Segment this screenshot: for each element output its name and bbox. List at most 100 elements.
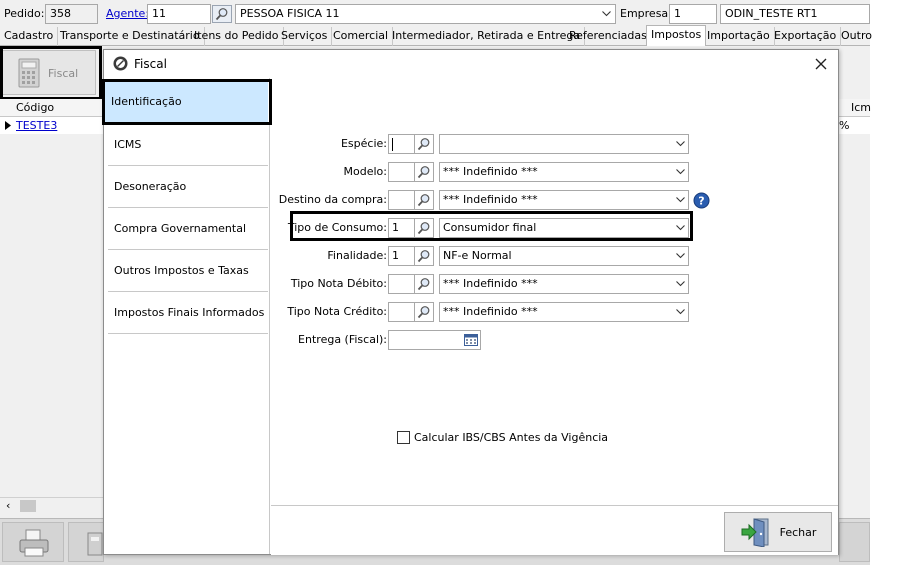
grid-col-codigo: Código: [16, 101, 55, 114]
especie-label: Espécie:: [340, 137, 387, 150]
agente-link[interactable]: Agente:: [106, 7, 149, 21]
chevron-down-icon: [676, 247, 685, 265]
identificacao-highlight-box: [102, 79, 272, 125]
nota-debito-search-button[interactable]: [414, 274, 434, 294]
especie-search-button[interactable]: [414, 134, 434, 154]
text-caret: [392, 138, 393, 151]
finalidade-value: NF-e Normal: [443, 249, 512, 262]
tab-servicos[interactable]: Serviços: [277, 27, 333, 46]
destino-value: *** Indefinido ***: [443, 193, 538, 206]
magnifier-icon: [215, 8, 228, 21]
modelo-code-input[interactable]: [388, 162, 415, 182]
entrega-label: Entrega (Fiscal):: [298, 333, 387, 346]
modelo-value: *** Indefinido ***: [443, 165, 538, 178]
close-button[interactable]: [812, 55, 830, 73]
fechar-label: Fechar: [779, 525, 817, 539]
magnifier-icon: [417, 250, 430, 263]
destino-search-button[interactable]: [414, 190, 434, 210]
app-logo-icon: [113, 56, 128, 71]
grid-cell-pct: %: [839, 119, 850, 132]
magnifier-icon: [417, 278, 430, 291]
nota-credito-search-button[interactable]: [414, 302, 434, 322]
tab-outros[interactable]: Outro: [837, 27, 876, 46]
nota-debito-combo[interactable]: *** Indefinido ***: [439, 274, 689, 294]
horizontal-scrollbar[interactable]: ‹: [0, 497, 104, 514]
destino-code-input[interactable]: [388, 190, 415, 210]
magnifier-icon: [417, 194, 430, 207]
bottom-right-button[interactable]: [839, 522, 870, 562]
tab-impostos[interactable]: Impostos: [646, 25, 707, 46]
empresa-label: Empresa:: [620, 7, 672, 20]
tab-intermediador[interactable]: Intermediador, Retirada e Entrega: [388, 27, 586, 46]
scroll-thumb[interactable]: [20, 500, 36, 512]
chevron-down-icon: [676, 135, 685, 153]
modelo-combo[interactable]: *** Indefinido ***: [439, 162, 689, 182]
nav-compra-governamental[interactable]: Compra Governamental: [108, 208, 268, 250]
destino-label: Destino da compra:: [278, 193, 387, 206]
print-button[interactable]: [2, 522, 64, 562]
chevron-down-icon: [676, 275, 685, 293]
scroll-left-icon[interactable]: ‹: [6, 499, 10, 512]
chevron-down-icon: [599, 5, 613, 23]
finalidade-label: Finalidade:: [327, 249, 387, 262]
dialog-titlebar: Fiscal: [104, 50, 838, 78]
nota-debito-code-input[interactable]: [388, 274, 415, 294]
agente-search-button[interactable]: [212, 5, 232, 23]
destino-combo[interactable]: *** Indefinido ***: [439, 190, 689, 210]
agente-name-combo[interactable]: PESSOA FISICA 11: [235, 4, 616, 24]
nota-credito-code-input[interactable]: [388, 302, 415, 322]
chevron-down-icon: [676, 163, 685, 181]
exit-door-icon: [741, 518, 769, 547]
chevron-down-icon: [676, 191, 685, 209]
tab-cadastro[interactable]: Cadastro: [0, 27, 59, 46]
nota-credito-value: *** Indefinido ***: [443, 305, 538, 318]
calc-button[interactable]: [68, 522, 104, 562]
tab-importacao[interactable]: Importação: [703, 27, 775, 46]
grid-row-right: %: [839, 117, 870, 134]
tab-referenciadas[interactable]: Referenciadas: [565, 27, 652, 46]
help-icon: ?: [693, 192, 710, 209]
empresa-name-field[interactable]: ODIN_TESTE RT1: [720, 4, 870, 24]
fiscal-highlight-box: [0, 46, 102, 100]
grid-header-right: Icm: [839, 99, 872, 117]
empresa-code-field[interactable]: 1: [669, 4, 717, 24]
dialog-footer: Fechar: [271, 505, 838, 555]
finalidade-combo[interactable]: NF-e Normal: [439, 246, 689, 266]
nota-debito-label: Tipo Nota Débito:: [290, 277, 387, 290]
chevron-down-icon: [676, 303, 685, 321]
grid-header: Código: [0, 99, 104, 117]
calcular-ibs-label: Calcular IBS/CBS Antes da Vigência: [414, 431, 609, 444]
especie-code-input[interactable]: [388, 134, 415, 154]
table-row[interactable]: TESTE3: [0, 117, 104, 134]
calcular-ibs-checkbox[interactable]: [397, 431, 410, 444]
tab-comercial[interactable]: Comercial: [329, 27, 394, 46]
tab-exportacao[interactable]: Exportação: [770, 27, 842, 46]
agente-code-field[interactable]: 11: [147, 4, 211, 24]
finalidade-search-button[interactable]: [414, 246, 434, 266]
help-button[interactable]: ?: [693, 192, 710, 209]
pedido-field[interactable]: 358: [45, 4, 98, 24]
magnifier-icon: [417, 138, 430, 151]
nav-outros-impostos[interactable]: Outros Impostos e Taxas: [108, 250, 268, 292]
register-icon: [87, 532, 103, 556]
identificacao-panel: Espécie: Modelo: *** Indefinido *** Dest…: [271, 78, 838, 506]
calendar-icon[interactable]: [464, 331, 478, 349]
grid-cell-codigo[interactable]: TESTE3: [16, 119, 57, 132]
finalidade-code-input[interactable]: 1: [388, 246, 415, 266]
tab-transporte[interactable]: Transporte e Destinatário: [56, 27, 205, 46]
tipo-consumo-highlight-box: [290, 211, 693, 241]
modelo-search-button[interactable]: [414, 162, 434, 182]
nota-credito-combo[interactable]: *** Indefinido ***: [439, 302, 689, 322]
nav-icms[interactable]: ICMS: [108, 124, 268, 166]
close-icon: [815, 58, 827, 70]
nav-impostos-finais[interactable]: Impostos Finais Informados: [108, 292, 268, 334]
nav-desoneracao[interactable]: Desoneração: [108, 166, 268, 208]
grid-col-icm: Icm: [851, 101, 872, 114]
tab-itens-pedido[interactable]: Itens do Pedido: [190, 27, 284, 46]
nota-credito-label: Tipo Nota Crédito:: [287, 305, 387, 318]
dialog-nav: Identificação ICMS Desoneração Compra Go…: [104, 78, 270, 554]
entrega-date-input[interactable]: [388, 330, 481, 350]
fechar-button[interactable]: Fechar: [724, 512, 832, 552]
printer-icon: [19, 529, 49, 557]
especie-combo[interactable]: [439, 134, 689, 154]
